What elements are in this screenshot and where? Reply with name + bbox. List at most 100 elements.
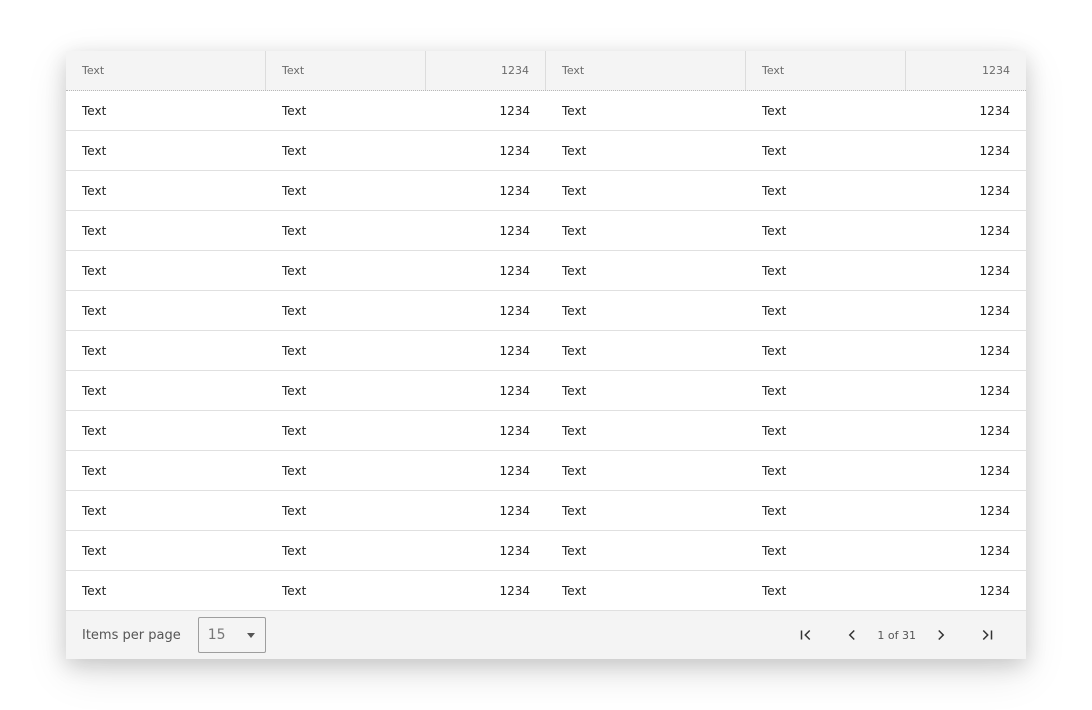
table-cell: 1234	[499, 543, 530, 558]
table-cell: Text	[82, 463, 107, 478]
table-cell: Text	[82, 503, 107, 518]
chevron-right-icon	[938, 629, 945, 641]
table-cell: 1234	[499, 463, 530, 478]
table-row[interactable]: Text Text 1234 Text Text 1234	[66, 251, 1026, 291]
data-table-card: Text Text 1234 Text Text 1234 Text Text 12…	[66, 51, 1026, 659]
previous-page-button[interactable]	[829, 615, 875, 655]
last-page-button[interactable]	[964, 615, 1010, 655]
table-cell: Text	[82, 303, 107, 318]
table-cell: 1234	[499, 503, 530, 518]
table-cell: 1234	[979, 143, 1010, 158]
pagination-footer: Items per page 15 1 of 31	[66, 611, 1026, 659]
table-body: Text Text 1234 Text Text 1234 Text Text 1234 Text…	[66, 91, 1026, 611]
table-cell: Text	[562, 303, 587, 318]
table-cell: Text	[762, 263, 787, 278]
table-row[interactable]: Text Text 1234 Text Text 1234	[66, 331, 1026, 371]
table-cell: Text	[762, 103, 787, 118]
table-cell: Text	[282, 303, 307, 318]
table-cell: Text	[762, 543, 787, 558]
table-cell: Text	[282, 143, 307, 158]
table-row[interactable]: Text Text 1234 Text Text 1234	[66, 491, 1026, 531]
last-page-icon	[982, 629, 993, 641]
table-cell: Text	[82, 343, 107, 358]
table-cell: Text	[282, 463, 307, 478]
table-row[interactable]: Text Text 1234 Text Text 1234	[66, 451, 1026, 491]
table-cell: Text	[762, 223, 787, 238]
table-cell: Text	[762, 183, 787, 198]
table-cell: Text	[562, 263, 587, 278]
table-cell: 1234	[499, 183, 530, 198]
table-cell: Text	[282, 503, 307, 518]
table-cell: Text	[82, 423, 107, 438]
table-cell: 1234	[499, 303, 530, 318]
column-header[interactable]: Text	[546, 51, 746, 90]
table-row[interactable]: Text Text 1234 Text Text 1234	[66, 91, 1026, 131]
table-cell: Text	[562, 183, 587, 198]
column-header[interactable]: Text	[266, 51, 426, 90]
table-cell: Text	[762, 383, 787, 398]
table-cell: 1234	[979, 263, 1010, 278]
table-cell: 1234	[499, 583, 530, 598]
table-cell: Text	[562, 383, 587, 398]
table-cell: Text	[762, 423, 787, 438]
table-cell: Text	[562, 343, 587, 358]
table-row[interactable]: Text Text 1234 Text Text 1234	[66, 291, 1026, 331]
column-header[interactable]: Text	[66, 51, 266, 90]
table-cell: Text	[762, 463, 787, 478]
table-cell: Text	[282, 223, 307, 238]
table-cell: 1234	[979, 383, 1010, 398]
first-page-icon	[801, 629, 811, 641]
table-cell: Text	[82, 103, 107, 118]
table-cell: Text	[282, 543, 307, 558]
table-cell: 1234	[499, 423, 530, 438]
next-page-button[interactable]	[918, 615, 964, 655]
table-cell: Text	[282, 583, 307, 598]
table-cell: 1234	[499, 143, 530, 158]
table-cell: 1234	[979, 223, 1010, 238]
table-cell: 1234	[979, 463, 1010, 478]
table-cell: 1234	[499, 223, 530, 238]
table-cell: 1234	[979, 103, 1010, 118]
caret-down-icon	[246, 632, 255, 638]
table-cell: Text	[562, 503, 587, 518]
table-cell: 1234	[979, 183, 1010, 198]
table-cell: Text	[82, 263, 107, 278]
table-cell: 1234	[979, 423, 1010, 438]
column-header[interactable]: 1234	[906, 51, 1026, 90]
table-cell: 1234	[499, 103, 530, 118]
table-row[interactable]: Text Text 1234 Text Text 1234	[66, 531, 1026, 571]
column-header[interactable]: Text	[746, 51, 906, 90]
table-cell: 1234	[979, 503, 1010, 518]
table-cell: Text	[282, 263, 307, 278]
table-cell: 1234	[979, 543, 1010, 558]
table-row[interactable]: Text Text 1234 Text Text 1234	[66, 571, 1026, 611]
table-cell: Text	[562, 103, 587, 118]
table-cell: 1234	[499, 343, 530, 358]
table-cell: 1234	[979, 583, 1010, 598]
table-cell: Text	[282, 423, 307, 438]
table-row[interactable]: Text Text 1234 Text Text 1234	[66, 211, 1026, 251]
table-cell: Text	[562, 463, 587, 478]
column-header[interactable]: 1234	[426, 51, 546, 90]
table-cell: 1234	[979, 303, 1010, 318]
table-cell: Text	[82, 183, 107, 198]
table-header: Text Text 1234 Text Text 1234	[66, 51, 1026, 91]
table-cell: Text	[562, 543, 587, 558]
table-cell: 1234	[499, 263, 530, 278]
table-row[interactable]: Text Text 1234 Text Text 1234	[66, 411, 1026, 451]
table-cell: Text	[82, 543, 107, 558]
first-page-button[interactable]	[783, 615, 829, 655]
table-cell: Text	[282, 343, 307, 358]
table-row[interactable]: Text Text 1234 Text Text 1234	[66, 371, 1026, 411]
items-per-page-label: Items per page	[82, 627, 181, 643]
table-cell: Text	[762, 343, 787, 358]
page-indicator: 1 of 31	[877, 628, 916, 642]
table-cell: Text	[762, 583, 787, 598]
items-per-page-select[interactable]: 15	[197, 617, 266, 653]
table-row[interactable]: Text Text 1234 Text Text 1234	[66, 171, 1026, 211]
table-cell: Text	[762, 303, 787, 318]
table-cell: Text	[562, 223, 587, 238]
table-row[interactable]: Text Text 1234 Text Text 1234	[66, 131, 1026, 171]
table-cell: 1234	[979, 343, 1010, 358]
table-cell: Text	[82, 223, 107, 238]
